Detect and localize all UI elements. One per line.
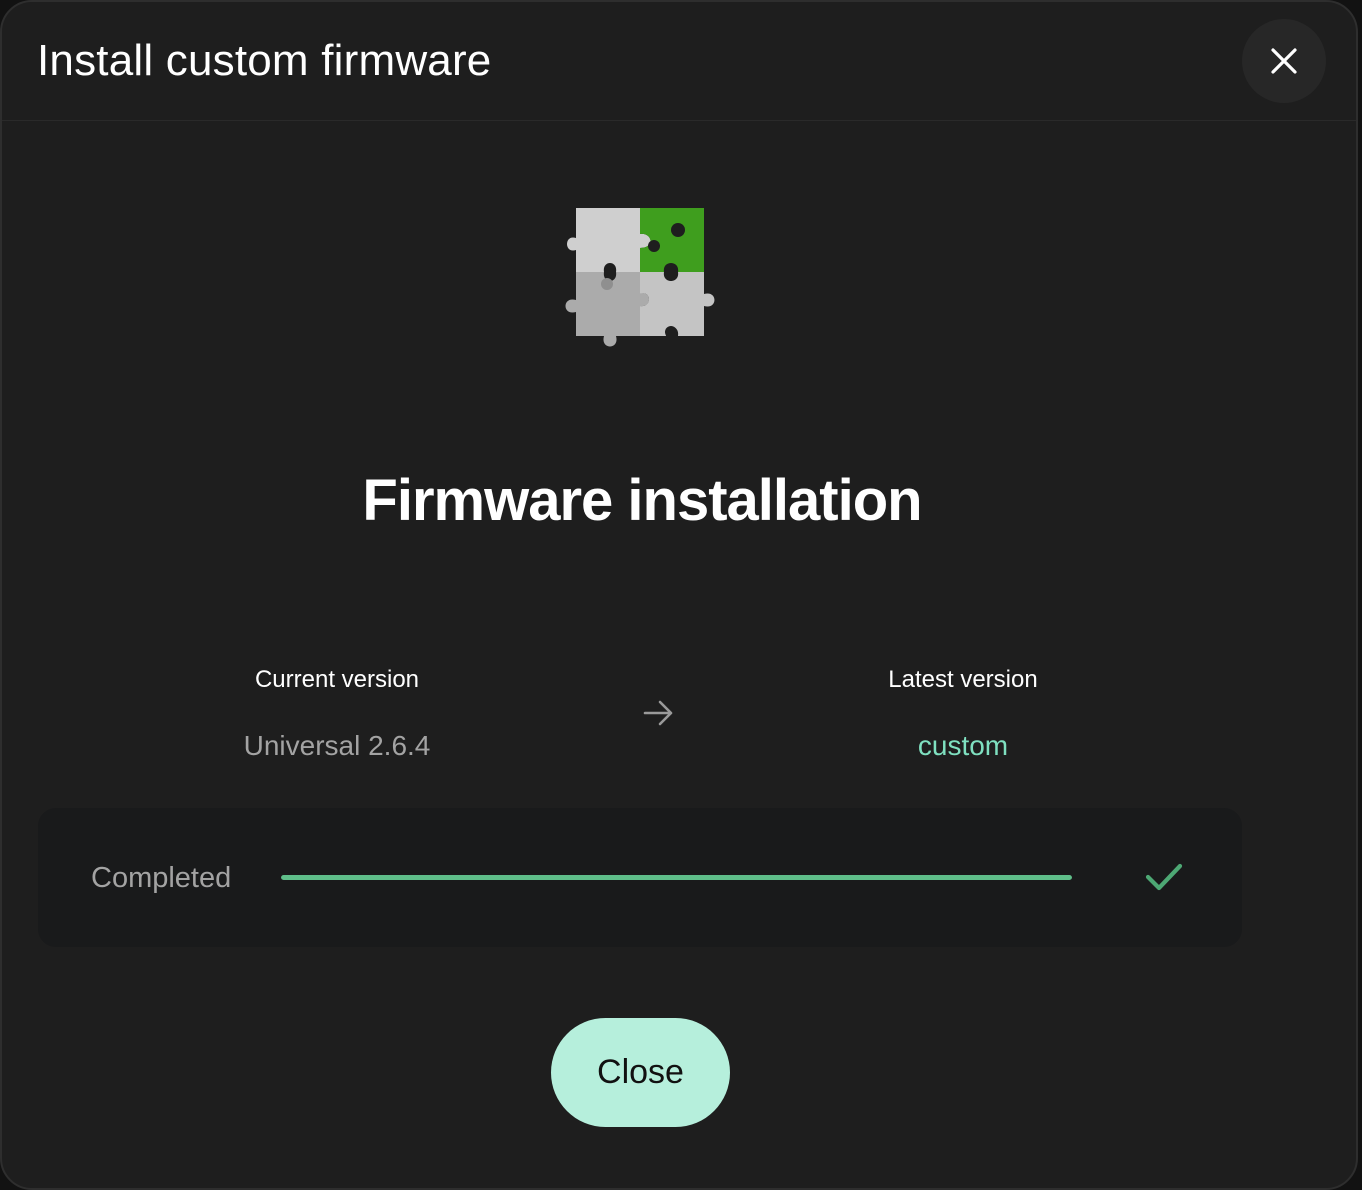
progress-card: Completed (38, 808, 1242, 947)
progress-bar (281, 875, 1072, 880)
latest-version-value: custom (917, 730, 1009, 761)
current-version-block: Current version Universal 2.6.4 (137, 664, 537, 762)
dialog-title: Install custom firmware (37, 36, 492, 85)
page-heading: Firmware installation (362, 468, 922, 533)
current-version-label: Current version (254, 666, 420, 693)
arrow-right-icon (643, 700, 673, 726)
close-icon (1271, 48, 1297, 74)
latest-version-label: Latest version (888, 666, 1038, 693)
dialog-header: Install custom firmware (2, 2, 1356, 121)
latest-version-block: Latest version custom (763, 664, 1163, 762)
puzzle-pieces-icon (565, 208, 715, 347)
close-dialog-button[interactable] (1242, 19, 1326, 103)
firmware-dialog: Install custom firmware Firmware install… (0, 0, 1358, 1190)
current-version-value: Universal 2.6.4 (243, 730, 431, 761)
close-button[interactable]: Close (551, 1018, 730, 1127)
checkmark-icon (1145, 863, 1183, 891)
progress-bar-fill (281, 875, 1072, 880)
progress-status-label: Completed (91, 862, 232, 894)
